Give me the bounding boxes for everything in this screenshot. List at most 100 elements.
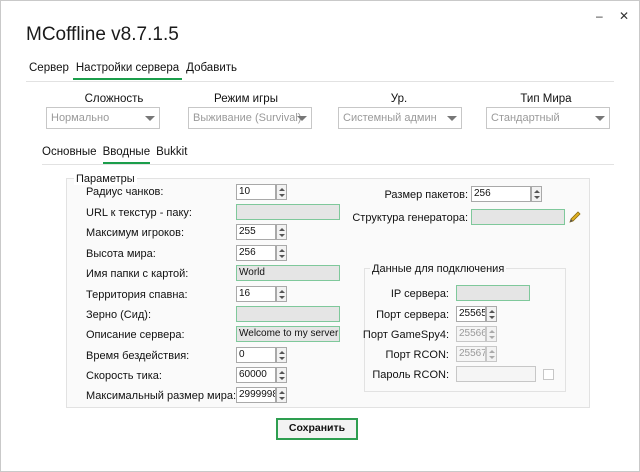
chevron-down-icon — [447, 116, 457, 121]
server-description-input[interactable]: Welcome to my server — [236, 326, 340, 342]
arrow-down-icon — [279, 234, 285, 237]
connection-group-title: Данные для подключения — [370, 263, 507, 275]
arrow-down-icon — [489, 356, 495, 359]
world-type-value: Стандартный — [491, 112, 560, 124]
spawn-area-label: Территория спавна: — [86, 289, 188, 301]
pencil-icon[interactable] — [568, 210, 582, 224]
minimize-button[interactable]: – — [596, 10, 603, 22]
max-world-size-input[interactable]: 29999984 — [236, 387, 276, 403]
tick-speed-input[interactable]: 60000 — [236, 367, 276, 383]
arrow-up-icon — [279, 290, 285, 293]
arrow-up-icon — [279, 371, 285, 374]
arrow-up-icon — [279, 391, 285, 394]
rcon-password-input[interactable] — [456, 366, 536, 382]
chevron-down-icon — [297, 116, 307, 121]
arrow-down-icon — [279, 357, 285, 360]
arrow-down-icon — [279, 194, 285, 197]
arrow-up-icon — [279, 249, 285, 252]
chunk-radius-label: Радиус чанков: — [86, 186, 164, 198]
arrow-down-icon — [279, 377, 285, 380]
admin-level-value: Системный админ — [343, 112, 437, 124]
server-port-input[interactable]: 25565 — [456, 306, 486, 322]
rcon-port-spinner[interactable] — [486, 346, 497, 362]
game-mode-select[interactable]: Выживание (Survival) — [188, 107, 312, 129]
seed-input[interactable] — [236, 306, 340, 322]
chevron-down-icon — [595, 116, 605, 121]
server-ip-input[interactable] — [456, 285, 530, 301]
world-height-label: Высота мира: — [86, 248, 156, 260]
gamespy-port-spinner[interactable] — [486, 326, 497, 342]
app-title: MCoffline v8.7.1.5 — [26, 24, 179, 45]
arrow-down-icon — [534, 196, 540, 199]
chunk-radius-spinner[interactable] — [276, 184, 287, 200]
arrow-down-icon — [489, 336, 495, 339]
arrow-up-icon — [489, 310, 495, 313]
tab-basic[interactable]: Основные — [42, 144, 97, 162]
arrow-down-icon — [279, 397, 285, 400]
close-button[interactable]: ✕ — [619, 10, 629, 22]
difficulty-select[interactable]: Нормально — [46, 107, 160, 129]
world-type-label: Тип Мира — [520, 93, 572, 105]
spawn-area-input[interactable]: 16 — [236, 286, 276, 302]
tick-speed-label: Скорость тика: — [86, 370, 162, 382]
sub-tabs: Основные Вводные Bukkit — [42, 144, 193, 164]
gamespy-port-input[interactable]: 25566 — [456, 326, 486, 342]
server-ip-label: IP сервера: — [390, 288, 449, 300]
arrow-down-icon — [489, 316, 495, 319]
rcon-enable-checkbox[interactable] — [543, 369, 554, 380]
texture-url-label: URL к текстур - паку: — [86, 207, 192, 219]
map-folder-input[interactable]: World — [236, 265, 340, 281]
arrow-up-icon — [489, 330, 495, 333]
arrow-up-icon — [279, 188, 285, 191]
params-group-title: Параметры — [74, 173, 137, 185]
sub-tabs-divider — [42, 164, 614, 165]
tab-server-settings[interactable]: Настройки сервера — [72, 60, 183, 80]
seed-label: Зерно (Сид): — [86, 309, 152, 321]
chunk-radius-input[interactable]: 10 — [236, 184, 276, 200]
idle-time-label: Время бездействия: — [86, 350, 190, 362]
tab-input[interactable]: Вводные — [102, 144, 150, 164]
tab-bukkit[interactable]: Bukkit — [156, 144, 187, 162]
server-port-label: Порт сервера: — [376, 309, 449, 321]
generator-structure-label: Структура генератора: — [352, 212, 468, 224]
packet-size-label: Размер пакетов: — [384, 189, 468, 201]
world-height-spinner[interactable] — [276, 245, 287, 261]
tab-add[interactable]: Добавить — [183, 60, 240, 78]
save-button[interactable]: Сохранить — [276, 418, 358, 440]
server-description-label: Описание сервера: — [86, 329, 185, 341]
max-players-input[interactable]: 255 — [236, 224, 276, 240]
world-height-input[interactable]: 256 — [236, 245, 276, 261]
admin-level-select[interactable]: Системный админ — [338, 107, 462, 129]
idle-time-spinner[interactable] — [276, 347, 287, 363]
max-players-spinner[interactable] — [276, 224, 287, 240]
generator-structure-input[interactable] — [471, 209, 565, 225]
rcon-password-label: Пароль RCON: — [372, 369, 449, 381]
idle-time-input[interactable]: 0 — [236, 347, 276, 363]
world-type-select[interactable]: Стандартный — [486, 107, 610, 129]
game-mode-value: Выживание (Survival) — [193, 112, 302, 124]
tick-speed-spinner[interactable] — [276, 367, 287, 383]
main-tabs: Сервер Настройки сервера Добавить — [26, 60, 241, 80]
difficulty-value: Нормально — [51, 112, 110, 124]
arrow-up-icon — [279, 351, 285, 354]
arrow-up-icon — [534, 190, 540, 193]
texture-url-input[interactable] — [236, 204, 340, 220]
arrow-up-icon — [279, 228, 285, 231]
max-world-size-spinner[interactable] — [276, 387, 287, 403]
packet-size-spinner[interactable] — [531, 186, 542, 202]
packet-size-input[interactable]: 256 — [471, 186, 531, 202]
max-world-size-label: Максимальный размер мира: — [86, 390, 237, 402]
tab-server[interactable]: Сервер — [26, 60, 72, 78]
rcon-port-label: Порт RCON: — [385, 349, 449, 361]
spawn-area-spinner[interactable] — [276, 286, 287, 302]
server-port-spinner[interactable] — [486, 306, 497, 322]
chevron-down-icon — [145, 116, 155, 121]
gamespy-port-label: Порт GameSpy4: — [362, 329, 449, 341]
rcon-port-input[interactable]: 25567 — [456, 346, 486, 362]
difficulty-label: Сложность — [84, 93, 144, 105]
game-mode-label: Режим игры — [214, 93, 278, 105]
map-folder-label: Имя папки с картой: — [86, 268, 189, 280]
arrow-up-icon — [489, 350, 495, 353]
arrow-down-icon — [279, 255, 285, 258]
tabs-divider — [26, 81, 614, 82]
